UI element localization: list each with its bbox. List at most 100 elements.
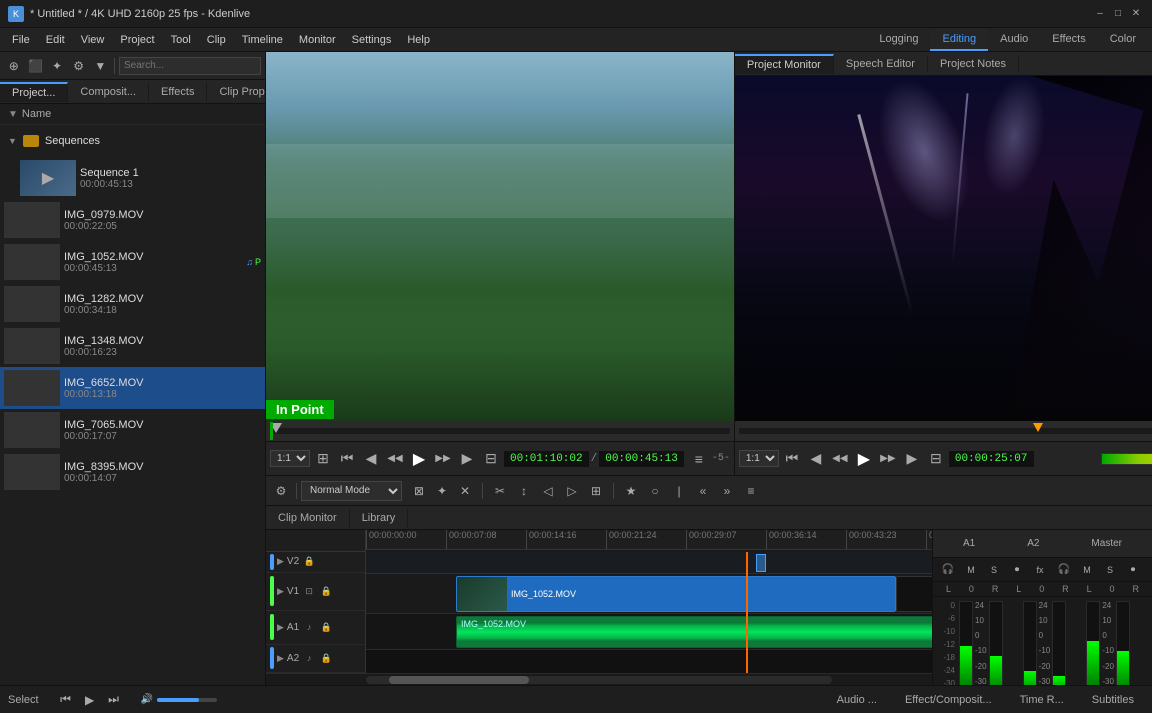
v2-expand[interactable]: ▶ <box>277 556 284 567</box>
ws-tab-effects[interactable]: Effects <box>1040 29 1097 51</box>
tl-extra[interactable]: ≡ <box>740 481 762 501</box>
a2-mute[interactable]: ♪ <box>302 651 316 665</box>
tl-next-guide[interactable]: » <box>716 481 738 501</box>
filter-button[interactable]: ▼ <box>91 56 111 76</box>
menu-edit[interactable]: Edit <box>38 32 73 48</box>
scrub-button[interactable]: ✕ <box>454 481 476 501</box>
tl-razor-button[interactable]: ✂ <box>489 481 511 501</box>
clip-extra1[interactable]: ≡ <box>688 448 710 470</box>
ws-tab-logging[interactable]: Logging <box>867 29 930 51</box>
proj-play-button[interactable]: ▶ <box>853 448 875 470</box>
a2-fx[interactable]: fx <box>1145 560 1152 580</box>
v1-sync[interactable]: ⊡ <box>302 584 316 598</box>
tab-time-remap[interactable]: Time R... <box>1010 692 1074 708</box>
tab-speech-editor[interactable]: Speech Editor <box>834 55 928 73</box>
tab-library[interactable]: Library <box>350 509 409 527</box>
clip-img1282[interactable]: IMG_1282.MOV 00:00:34:18 <box>0 283 265 325</box>
close-button[interactable]: ✕ <box>1128 6 1144 22</box>
ws-tab-editing[interactable]: Editing <box>930 29 988 51</box>
tab-subtitles[interactable]: Subtitles <box>1082 692 1144 708</box>
a2-mute-btn[interactable]: M <box>1076 560 1098 580</box>
menu-file[interactable]: File <box>4 32 38 48</box>
tl-guide-button[interactable]: | <box>668 481 690 501</box>
menu-clip[interactable]: Clip <box>199 32 234 48</box>
a2-solo-btn[interactable]: S <box>1099 560 1121 580</box>
bottom-play-prev[interactable]: ⏮ <box>55 690 77 710</box>
clip-fullscreen-button[interactable]: ⊟ <box>480 448 502 470</box>
proj-next-button[interactable]: ▶ <box>901 448 923 470</box>
clip-img6652[interactable]: IMG_6652.MOV 00:00:13:18 <box>0 367 265 409</box>
project-monitor-scrubber[interactable] <box>735 421 1152 441</box>
ripple-button[interactable]: ✦ <box>431 481 453 501</box>
clip-play-button[interactable]: ▶ <box>408 448 430 470</box>
clip-img8395[interactable]: IMG_8395.MOV 00:00:14:07 <box>0 451 265 493</box>
tab-project-notes[interactable]: Project Notes <box>928 55 1019 73</box>
a1-expand[interactable]: ▶ <box>277 622 284 633</box>
a1-headphones[interactable]: 🎧 <box>937 560 959 580</box>
clip-zoom-select[interactable]: 1:1 1:2 Fit <box>270 450 310 467</box>
clip-img7065[interactable]: IMG_7065.MOV 00:00:17:07 <box>0 409 265 451</box>
menu-settings[interactable]: Settings <box>344 32 400 48</box>
minimize-button[interactable]: – <box>1092 6 1108 22</box>
proj-fullscreen-button[interactable]: ⊟ <box>925 448 947 470</box>
tab-effects[interactable]: Effects <box>149 83 207 101</box>
tab-effects-bottom[interactable]: Effect/Composit... <box>895 692 1002 708</box>
ws-tab-color[interactable]: Color <box>1098 29 1148 51</box>
playhead[interactable] <box>746 552 748 673</box>
search-input[interactable] <box>119 57 261 75</box>
v1-expand[interactable]: ▶ <box>277 586 284 597</box>
proj-zoom-select[interactable]: 1:1 Fit <box>739 450 779 467</box>
timeline-scrollbar[interactable] <box>266 673 932 685</box>
maximize-button[interactable]: □ <box>1110 6 1126 22</box>
tab-project[interactable]: Project... <box>0 82 68 102</box>
proj-rewind-button[interactable]: ◀◀ <box>829 448 851 470</box>
v1-clip-img1052[interactable]: IMG_1052.MOV <box>456 576 896 612</box>
tl-mark-button[interactable]: ★ <box>620 481 642 501</box>
bottom-play-next[interactable]: ⏭ <box>103 690 125 710</box>
tl-extract-button[interactable]: ▷ <box>561 481 583 501</box>
tab-clip-props[interactable]: Clip Props... <box>207 83 265 101</box>
a1-clip-img1052[interactable]: IMG_1052.MOV <box>456 616 932 648</box>
a1-solo-btn[interactable]: S <box>983 560 1005 580</box>
ws-tab-audio[interactable]: Audio <box>988 29 1040 51</box>
clip-img1052[interactable]: IMG_1052.MOV 00:00:45:13 ♫ P <box>0 241 265 283</box>
clip-sequence1[interactable]: ▶ Sequence 1 00:00:45:13 <box>0 157 265 199</box>
clip-img1348[interactable]: IMG_1348.MOV 00:00:16:23 <box>0 325 265 367</box>
scrub-track[interactable] <box>270 428 730 434</box>
clip-rewind-button[interactable]: ◀◀ <box>384 448 406 470</box>
v1-lock[interactable]: 🔒 <box>319 584 333 598</box>
menu-tool[interactable]: Tool <box>163 32 199 48</box>
v2-clip-stub[interactable] <box>756 554 766 572</box>
v1-black-clip[interactable] <box>896 576 932 612</box>
clip-prev-button[interactable]: ◀ <box>360 448 382 470</box>
vol-track[interactable] <box>157 698 217 702</box>
tab-clip-monitor-bottom[interactable]: Clip Monitor <box>266 509 350 527</box>
tab-audio-bottom[interactable]: Audio ... <box>827 692 887 708</box>
menu-help[interactable]: Help <box>399 32 438 48</box>
menu-monitor[interactable]: Monitor <box>291 32 344 48</box>
a1-mute-btn[interactable]: M <box>960 560 982 580</box>
scrollbar-track[interactable] <box>366 676 832 684</box>
clip-properties-button[interactable]: ⚙ <box>69 56 89 76</box>
delete-clip-button[interactable]: ✦ <box>47 56 67 76</box>
tl-unmark-button[interactable]: ○ <box>644 481 666 501</box>
clip-fit-button[interactable]: ⊞ <box>312 448 334 470</box>
proj-prev-button[interactable]: ◀ <box>805 448 827 470</box>
a2-lock[interactable]: 🔒 <box>319 651 333 665</box>
tl-spacer-button[interactable]: ↕ <box>513 481 535 501</box>
tl-lift-button[interactable]: ⊞ <box>585 481 607 501</box>
project-scrub-track[interactable] <box>739 428 1152 434</box>
clip-in-button[interactable]: ⏮ <box>336 448 358 470</box>
proj-ff-button[interactable]: ▶▶ <box>877 448 899 470</box>
project-scrub-head[interactable] <box>1033 423 1043 432</box>
v2-lock[interactable]: 🔒 <box>302 555 316 569</box>
add-clip-button[interactable]: ⊕ <box>4 56 24 76</box>
a2-expand[interactable]: ▶ <box>277 653 284 664</box>
a1-lock[interactable]: 🔒 <box>319 620 333 634</box>
clip-next-button[interactable]: ▶ <box>456 448 478 470</box>
a2-record2[interactable]: ⏺ <box>1122 560 1144 580</box>
proj-in-button[interactable]: ⏮ <box>781 448 803 470</box>
tl-settings-button[interactable]: ⚙ <box>270 481 292 501</box>
clip-monitor-scrubber[interactable] <box>266 421 734 441</box>
clip-ff-button[interactable]: ▶▶ <box>432 448 454 470</box>
